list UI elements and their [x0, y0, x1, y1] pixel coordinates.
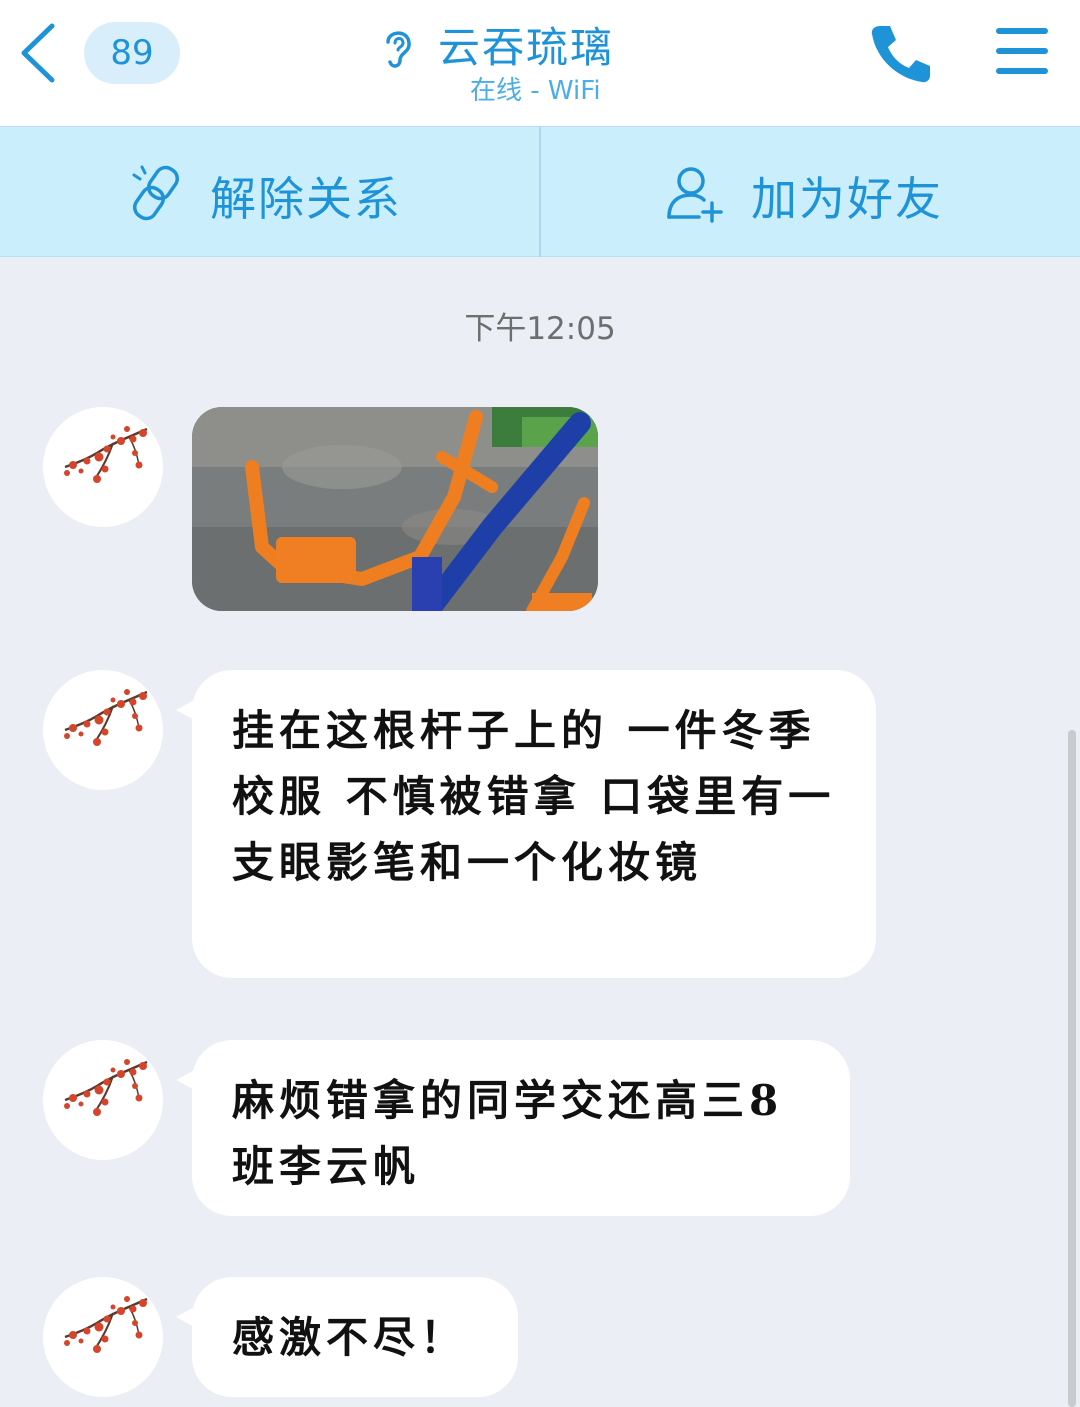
ear-icon: [386, 31, 411, 68]
scrollbar[interactable]: [1068, 730, 1076, 1407]
sender-avatar[interactable]: [43, 1040, 163, 1160]
add-user-icon: [667, 167, 723, 223]
plum-blossom-avatar-image: [64, 1296, 148, 1353]
text-message[interactable]: 挂在这根杆子上的 一件冬季校服 不慎被错拿 口袋里有一支眼影笔和一个化妆镜: [176, 670, 876, 978]
add-friend-button[interactable]: 加为好友: [541, 127, 1080, 257]
chat-screen: 89 云吞琉璃 在线 - WiFi 解除关系 加为好友 下午12:05 挂在这根…: [0, 0, 1080, 1407]
broken-link-icon: [132, 165, 180, 221]
bubble-tail: [176, 698, 198, 722]
chevron-left-icon: [21, 23, 55, 83]
back-button[interactable]: [14, 18, 64, 88]
phone-icon: [871, 26, 930, 83]
online-status: 在线 - WiFi: [470, 76, 601, 106]
photo-thumbnail: [192, 407, 598, 611]
menu-button[interactable]: [990, 22, 1054, 82]
action-bar: 解除关系 加为好友: [0, 126, 1080, 257]
chat-title: 云吞琉璃: [438, 23, 615, 72]
text-message[interactable]: 感激不尽！: [176, 1277, 518, 1397]
call-button[interactable]: [866, 20, 936, 86]
plum-blossom-avatar-image: [64, 426, 148, 483]
sender-avatar[interactable]: [43, 407, 163, 527]
top-bar: 89 云吞琉璃 在线 - WiFi: [0, 0, 1080, 126]
plum-blossom-avatar-image: [64, 689, 148, 746]
sender-avatar[interactable]: [43, 670, 163, 790]
plum-blossom-avatar-image: [64, 1059, 148, 1116]
image-message[interactable]: [192, 407, 598, 611]
bubble-tail: [176, 1068, 198, 1092]
chat-title-area[interactable]: 云吞琉璃 在线 - WiFi: [370, 8, 710, 118]
unread-count-badge[interactable]: 89: [84, 22, 180, 84]
message-timestamp: 下午12:05: [464, 311, 616, 347]
add-friend-label: 加为好友: [751, 172, 943, 226]
sender-avatar[interactable]: [43, 1277, 163, 1397]
message-text: 麻烦错拿的同学交还高三8班李云帆: [232, 1076, 784, 1191]
message-text: 感激不尽！: [232, 1313, 468, 1362]
hamburger-menu-icon: [996, 28, 1048, 74]
text-message[interactable]: 麻烦错拿的同学交还高三8班李云帆: [176, 1040, 850, 1216]
unlink-relationship-label: 解除关系: [210, 172, 402, 226]
bubble-tail: [176, 1305, 198, 1329]
message-text: 挂在这根杆子上的 一件冬季校服 不慎被错拿 口袋里有一支眼影笔和一个化妆镜: [232, 706, 836, 887]
unlink-relationship-button[interactable]: 解除关系: [0, 127, 539, 257]
